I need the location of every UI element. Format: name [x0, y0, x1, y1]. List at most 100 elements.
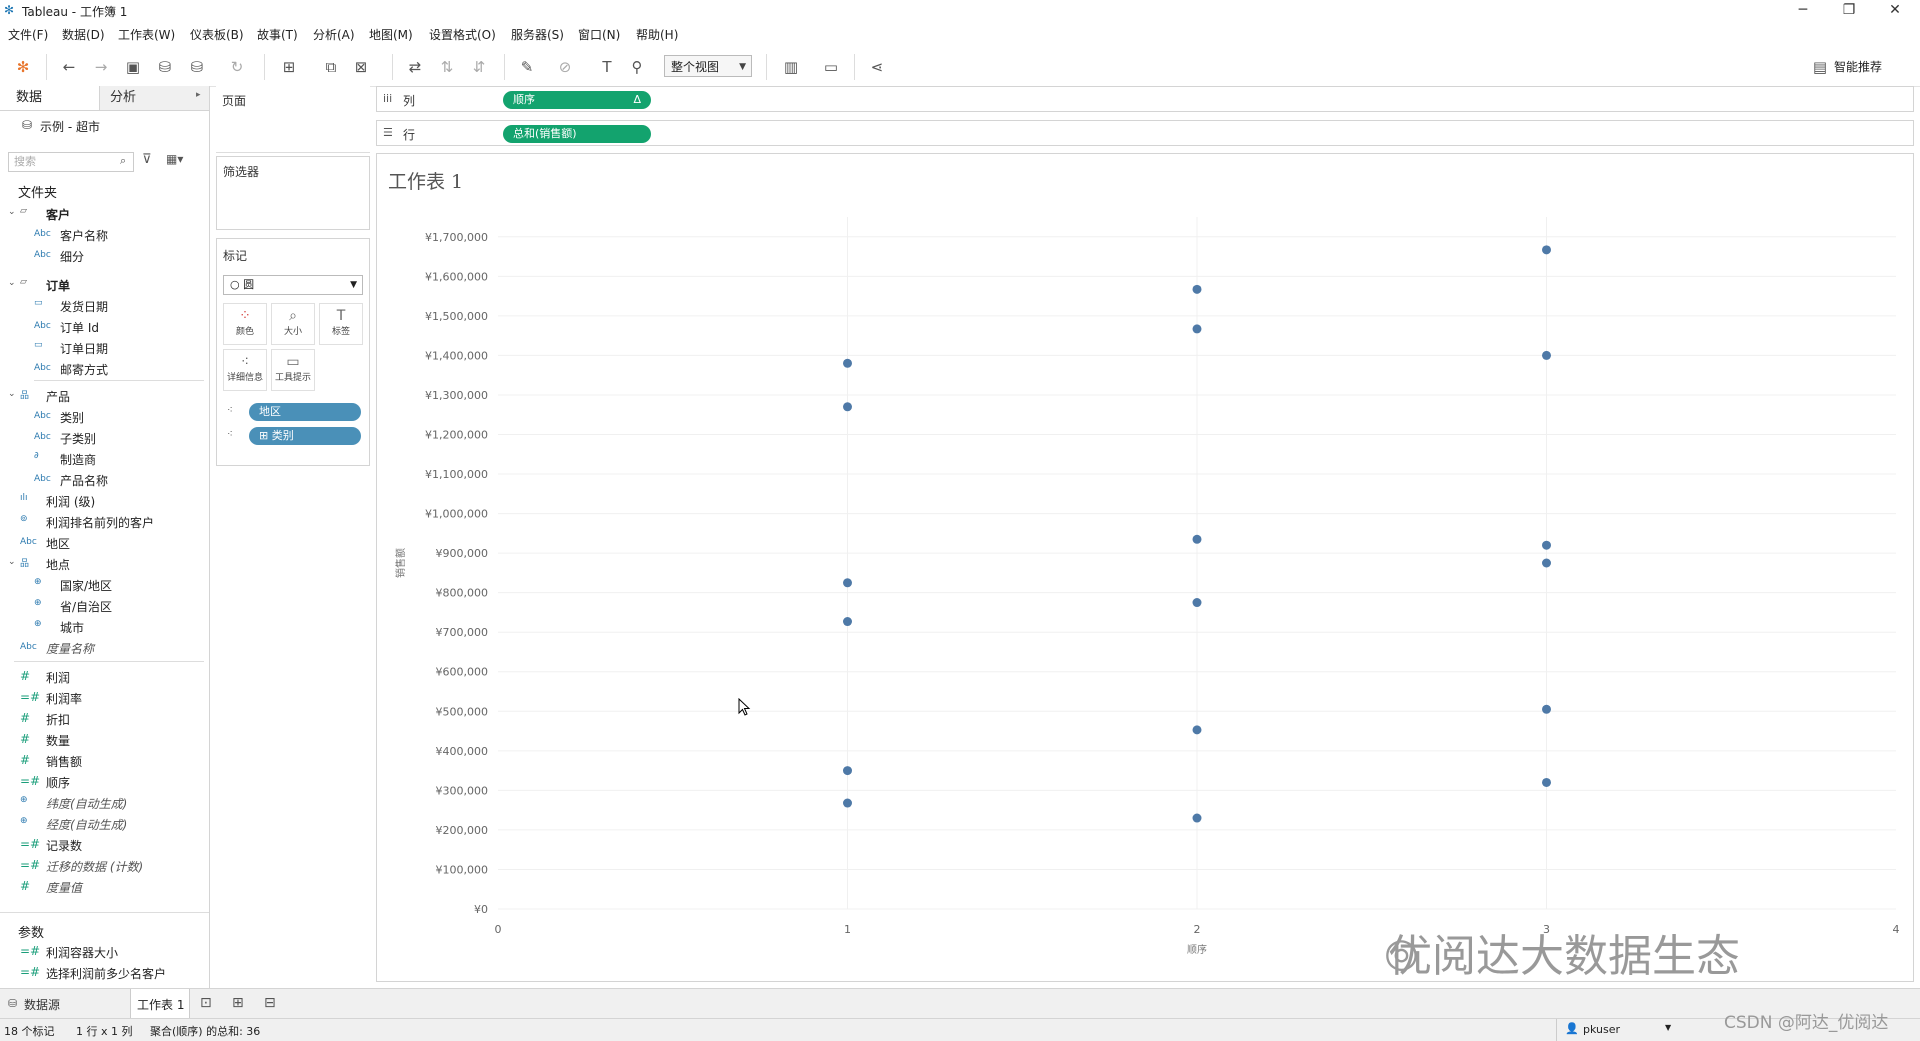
data-point[interactable]	[843, 578, 852, 588]
data-point[interactable]	[1192, 725, 1202, 735]
data-point[interactable]	[1192, 813, 1202, 823]
field-measure[interactable]: # 数量	[0, 730, 209, 750]
field-abc[interactable]: Abc 细分	[0, 246, 209, 266]
refresh-icon[interactable]: ↻	[226, 56, 248, 78]
menu-map[interactable]: 地图(M)	[369, 26, 413, 43]
tooltip-button[interactable]: ▭ 工具提示	[271, 349, 315, 391]
tableau-start-icon[interactable]: ✻	[12, 56, 34, 78]
field-geo[interactable]: ⊕ 国家/地区	[0, 575, 209, 595]
size-button[interactable]: ⌕ 大小	[271, 303, 315, 345]
field-measure[interactable]: =# 顺序	[0, 772, 209, 792]
sort-descending-icon[interactable]: ⇵	[468, 56, 490, 78]
parameter-item[interactable]: =# 选择利润前多少名客户	[0, 963, 209, 983]
menu-data[interactable]: 数据(D)	[62, 26, 105, 43]
field-measure[interactable]: =# 利润率	[0, 688, 209, 708]
pause-updates-icon[interactable]: ⛁	[186, 56, 208, 78]
color-button[interactable]: ⁘ 颜色	[223, 303, 267, 345]
field-measure[interactable]: =# 迁移的数据 (计数)	[0, 856, 209, 876]
new-worksheet-icon[interactable]: ⊞	[278, 56, 300, 78]
data-point[interactable]	[1542, 704, 1551, 714]
undo-icon[interactable]: ←	[58, 56, 80, 78]
data-point[interactable]	[1192, 598, 1202, 608]
new-dashboard-icon[interactable]: ⊞	[232, 995, 244, 1011]
show-cards-icon[interactable]: ▥	[780, 56, 802, 78]
highlight-icon[interactable]: ✎	[516, 56, 538, 78]
share-icon[interactable]: ⋖	[866, 56, 888, 78]
menu-window[interactable]: 窗口(N)	[578, 26, 620, 43]
chevron-down-icon[interactable]: ⌄	[8, 278, 16, 288]
datasource-tab[interactable]: 数据源	[24, 996, 60, 1013]
sheet-tab-active[interactable]: 工作表 1	[130, 989, 190, 1018]
menu-story[interactable]: 故事(T)	[257, 26, 298, 43]
label-button[interactable]: T 标签	[319, 303, 363, 345]
user-menu[interactable]: 👤 pkuser ▼	[1556, 1019, 1677, 1041]
field-bin[interactable]: ılı 利润 (级)	[0, 491, 209, 511]
columns-shelf[interactable]: iii 列 顺序 Δ	[376, 86, 1914, 112]
data-point[interactable]	[843, 358, 852, 368]
field-geo[interactable]: ⊕ 省/自治区	[0, 596, 209, 616]
data-point[interactable]	[843, 798, 852, 808]
marks-pill-region[interactable]: 地区	[249, 403, 361, 421]
menu-server[interactable]: 服务器(S)	[511, 26, 564, 43]
data-point[interactable]	[1542, 350, 1551, 360]
clear-sheet-icon[interactable]: ⊠	[350, 56, 372, 78]
menu-format[interactable]: 设置格式(O)	[429, 26, 496, 43]
field-abc[interactable]: Abc 客户名称	[0, 225, 209, 245]
field-date[interactable]: ▭ 发货日期	[0, 296, 209, 316]
field-set[interactable]: ⊚ 利润排名前列的客户	[0, 512, 209, 532]
new-worksheet-icon[interactable]: ⊡	[200, 995, 212, 1011]
datasource-name[interactable]: 示例 - 超市	[40, 118, 100, 135]
data-point[interactable]	[1542, 245, 1551, 255]
field-hier[interactable]: ⌄ 品 产品	[0, 386, 209, 406]
menu-analysis[interactable]: 分析(A)	[313, 26, 355, 43]
duplicate-sheet-icon[interactable]: ⧉	[320, 56, 342, 78]
pin-axes-icon[interactable]: ⚲	[626, 56, 648, 78]
scatter-chart[interactable]: ¥0 ¥100,000 ¥200,000 ¥300,000 ¥400,000 ¥500,0…	[376, 195, 1914, 980]
field-folder[interactable]: ⌄ ▱ 订单	[0, 275, 209, 295]
save-icon[interactable]: ▣	[122, 56, 144, 78]
data-point[interactable]	[1192, 534, 1202, 544]
columns-pill[interactable]: 顺序 Δ	[503, 91, 651, 109]
rows-pill[interactable]: 总和(销售额)	[503, 125, 651, 143]
close-button[interactable]: ✕	[1872, 0, 1918, 22]
maximize-button[interactable]: ❐	[1826, 0, 1872, 22]
field-clip[interactable]: ∂ 制造商	[0, 449, 209, 469]
group-icon[interactable]: ⊘	[554, 56, 576, 78]
pane-menu-icon[interactable]: ▸	[196, 90, 201, 100]
menu-file[interactable]: 文件(F)	[8, 26, 48, 43]
field-date[interactable]: ▭ 订单日期	[0, 338, 209, 358]
data-point[interactable]	[1542, 777, 1551, 787]
new-datasource-icon[interactable]: ⛁	[154, 56, 176, 78]
new-story-icon[interactable]: ⊟	[264, 995, 276, 1011]
detail-button[interactable]: ⁖ 详细信息	[223, 349, 267, 391]
menu-help[interactable]: 帮助(H)	[636, 26, 678, 43]
filters-card[interactable]: 筛选器	[216, 156, 370, 230]
field-measure[interactable]: # 利润	[0, 667, 209, 687]
tab-data[interactable]: 数据	[0, 86, 100, 110]
field-geo[interactable]: ⊕ 纬度(自动生成)	[0, 793, 209, 813]
fit-view-select[interactable]: 整个视图 ▼	[664, 55, 752, 77]
field-abc[interactable]: Abc 产品名称	[0, 470, 209, 490]
swap-rows-columns-icon[interactable]: ⇄	[404, 56, 426, 78]
data-point[interactable]	[1542, 558, 1551, 568]
data-point[interactable]	[843, 617, 852, 627]
minimize-button[interactable]: ─	[1780, 0, 1826, 22]
view-options-icon[interactable]: ▦▾	[166, 152, 183, 166]
pages-card[interactable]: 页面	[216, 86, 370, 150]
field-measure[interactable]: =# 记录数	[0, 835, 209, 855]
chevron-down-icon[interactable]: ⌄	[8, 557, 16, 567]
field-abc[interactable]: Abc 类别	[0, 407, 209, 427]
mark-type-select[interactable]: ○ 圆 ▼	[223, 275, 363, 295]
field-geo[interactable]: ⊕ 经度(自动生成)	[0, 814, 209, 834]
field-abc[interactable]: Abc 订单 Id	[0, 317, 209, 337]
filter-icon[interactable]: ⊽	[142, 152, 152, 167]
presentation-mode-icon[interactable]: ▭	[820, 56, 842, 78]
menu-worksheet[interactable]: 工作表(W)	[118, 26, 175, 43]
field-geo[interactable]: ⊕ 城市	[0, 617, 209, 637]
redo-icon[interactable]: →	[90, 56, 112, 78]
field-abc[interactable]: Abc 子类别	[0, 428, 209, 448]
data-point[interactable]	[1192, 324, 1202, 334]
data-point[interactable]	[1542, 540, 1551, 550]
marks-pill-category[interactable]: ⊞ 类别	[249, 427, 361, 445]
field-abc[interactable]: Abc 地区	[0, 533, 209, 553]
